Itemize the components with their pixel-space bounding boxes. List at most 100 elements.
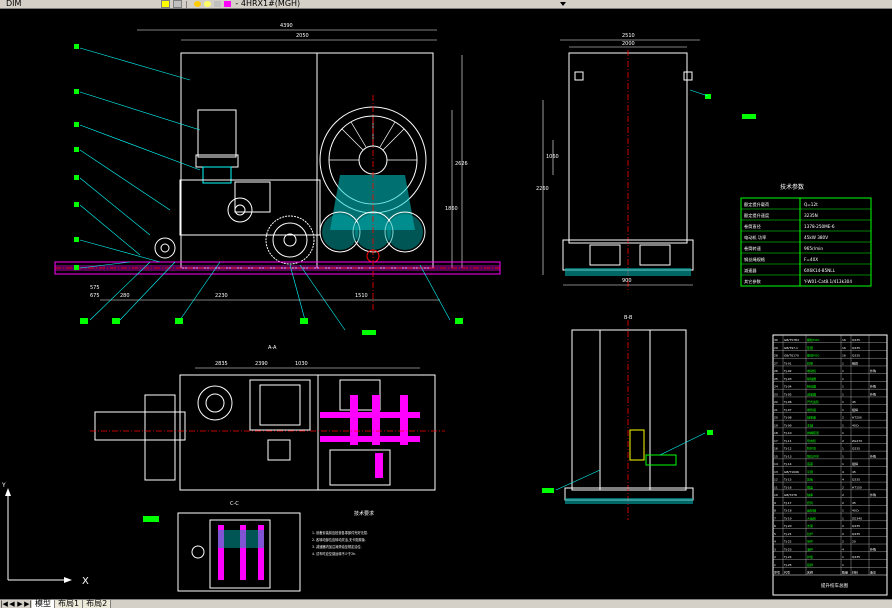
toolbar-left-text: DIM <box>6 0 22 8</box>
plan-label: A-A <box>268 345 277 351</box>
parts-cell: 组焊 <box>852 360 858 365</box>
technical-notes: 技术要求 1. 设备安装前应检查各零部件完好无损. 2. 各转动部位应转动灵活,… <box>312 510 374 556</box>
parts-header-cell: 材料 <box>852 570 858 575</box>
parts-row: 30 GB/T5783 螺栓M20 16 Q235 <box>774 337 860 342</box>
dim-side-height2: 1060 <box>546 154 559 160</box>
parts-cell: 1 <box>842 462 844 466</box>
tab-nav-first[interactable]: |◀ <box>0 600 8 608</box>
parts-cell: 40Cr <box>852 423 860 427</box>
dim-side-base: 900 <box>622 278 632 284</box>
parts-row: 13 GB/T1096 平键 4 45 <box>774 469 856 474</box>
note-line-1: 1. 设备安装前应检查各零部件完好无损. <box>312 530 368 535</box>
parts-cell: 16 <box>774 447 778 451</box>
spec-param-name: 钢丝绳规格 <box>744 256 766 263</box>
lock-icon[interactable] <box>214 1 222 7</box>
parts-cell: 1 <box>842 361 844 365</box>
parts-row: 18 TJ-10 排绳装置 1 <box>774 430 844 435</box>
parts-row: 12 TJ-15 压板 4 Q235 <box>774 477 860 482</box>
parts-cell: 26 <box>774 369 778 373</box>
spec-param-value: 6X6K14-85NLL <box>804 268 836 273</box>
parts-row: 23 TJ-05 减速器 1 外购 <box>774 391 876 396</box>
parts-row: 3 TJ-23 油杯 4 外购 <box>774 546 876 551</box>
dim-plan-c: 1030 <box>295 361 308 367</box>
spec-row: 钢丝绳规格 F=40X <box>744 256 818 263</box>
parts-cell: 45 <box>852 400 856 404</box>
parts-cell: 4 <box>842 470 844 474</box>
tab-nav-next[interactable]: ▶ <box>16 600 24 608</box>
spec-param-value: 965r/min <box>804 246 823 251</box>
parts-cell: GB/T5783 <box>784 338 799 342</box>
parts-cell: 端盖 <box>807 484 813 489</box>
parts-cell: HT200 <box>852 416 862 420</box>
layer-icon[interactable] <box>161 0 171 8</box>
parts-cell: 机架 <box>807 360 813 365</box>
parts-cell: TJ-13 <box>783 454 792 458</box>
dim-front-height: 2626 <box>455 161 468 167</box>
sun-icon[interactable] <box>194 1 202 7</box>
layer-name[interactable]: - 4HRX1#(MGH) <box>235 0 300 8</box>
parts-row: 19 TJ-09 主轴 1 40Cr <box>774 422 860 427</box>
parts-cell: 防护罩 <box>807 446 816 451</box>
parts-cell: 5 <box>774 532 776 536</box>
parts-cell: TJ-22 <box>783 540 792 544</box>
spec-param-name: 减速器 <box>744 267 757 274</box>
parts-cell: TJ-10 <box>783 431 792 435</box>
spec-table-title: 技术参数 <box>780 183 804 191</box>
tab-nav-last[interactable]: ▶| <box>24 600 32 608</box>
color-swatch-icon[interactable] <box>224 1 232 7</box>
parts-cell: 外购 <box>870 546 876 551</box>
parts-cell: 2 <box>842 501 844 505</box>
parts-cell: 1 <box>842 431 844 435</box>
parts-cell: TJ-11 <box>783 439 792 443</box>
parts-row: 6 TJ-20 支架 2 Q235 <box>774 523 860 528</box>
parts-cell: 套筒 <box>807 500 813 505</box>
parts-row: 14 TJ-14 底座 1 组焊 <box>774 461 858 466</box>
cad-drawing-canvas[interactable]: 4390 2050 2626 1860 280 2230 1510 575 67… <box>0 8 892 599</box>
parts-cell: 1 <box>842 555 844 559</box>
bulb-icon[interactable] <box>204 1 212 7</box>
parts-row: 16 TJ-12 防护罩 1 Q235 <box>774 446 860 451</box>
parts-cell: 45 <box>852 501 856 505</box>
dim-side-top2: 2000 <box>622 41 635 47</box>
parts-row: 10 GB/T276 轴承 2 外购 <box>774 492 876 497</box>
parts-cell: TJ-02 <box>783 369 792 373</box>
parts-cell: 24 <box>774 385 778 389</box>
parts-header-cell: 备注 <box>870 570 876 575</box>
parts-header-cell: 名称 <box>807 570 813 575</box>
spec-row: 额定提升速度 3235N <box>744 212 818 219</box>
note-line-3: 3. 减速器内加注润滑油至规定油位. <box>312 544 362 549</box>
parts-cell: 电动机 <box>807 368 816 373</box>
properties-icon[interactable] <box>173 0 183 8</box>
parts-cell: 外购 <box>870 453 876 458</box>
dropdown-arrow-icon[interactable] <box>560 2 567 6</box>
parts-row: 5 TJ-21 拉杆 2 Q235 <box>774 531 860 536</box>
parts-cell: 制动器 <box>807 384 816 389</box>
parts-cell: 护板 <box>807 554 813 559</box>
parts-cell: TJ-12 <box>783 447 792 451</box>
parts-cell: 螺母M20 <box>807 353 819 358</box>
parts-cell: 1 <box>842 400 844 404</box>
parts-cell: 1 <box>842 423 844 427</box>
parts-cell: Q235 <box>852 354 860 358</box>
parts-cell: Q235 <box>852 524 860 528</box>
note-line-2: 2. 各转动部位应转动灵活,无卡阻现象. <box>312 537 366 542</box>
parts-cell: 平键 <box>807 469 813 474</box>
parts-cell: Q235 <box>852 478 860 482</box>
spec-param-value: 3235N <box>804 213 818 218</box>
dim-front-overall: 4390 <box>280 23 293 29</box>
dim-plan-b: 2390 <box>255 361 268 367</box>
spec-param-value: 1378-250ME-6 <box>804 224 835 229</box>
parts-cell: 外购 <box>870 492 876 497</box>
parts-cell: TJ-14 <box>783 462 792 466</box>
spec-table: 技术参数 额定提升载荷 Q=12t 额定提升速度 3235N 卷筒直径 1378-250M… <box>740 183 872 287</box>
parts-row: 29 GB/T97.1 垫圈 16 Q235 <box>774 345 860 350</box>
parts-row: 2 TJ-24 护板 1 Q235 <box>774 554 860 559</box>
parts-cell: 油杯 <box>807 546 813 551</box>
parts-row: 26 TJ-02 电动机 1 外购 <box>774 368 876 373</box>
parts-cell: 45 <box>852 470 856 474</box>
tab-nav-prev[interactable]: ◀ <box>8 600 16 608</box>
parts-cell: 1 <box>842 385 844 389</box>
parts-cell: 外购 <box>870 368 876 373</box>
parts-row: 15 TJ-13 限位开关 1 外购 <box>774 453 876 458</box>
drawing-title: 提升绞车总图 <box>821 582 848 589</box>
